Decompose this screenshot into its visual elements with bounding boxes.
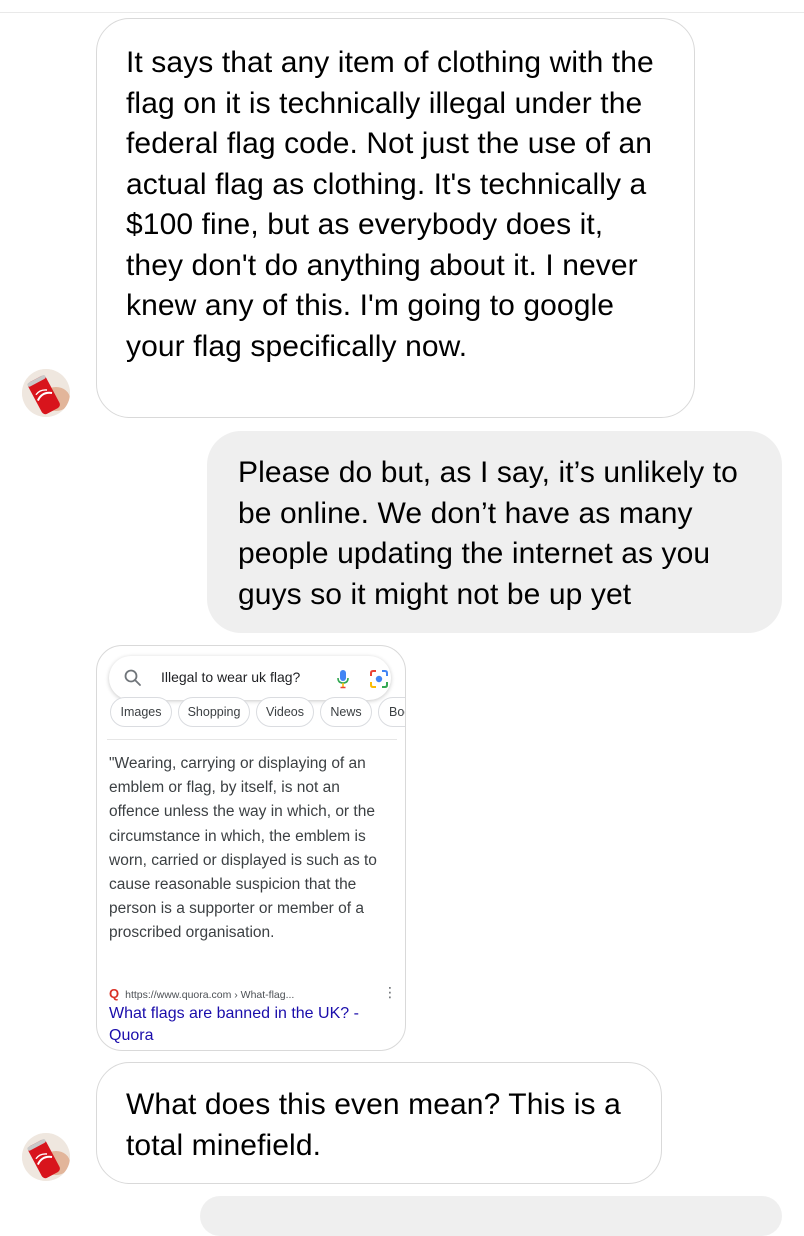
chip-videos[interactable]: Videos xyxy=(256,697,314,727)
coca-cola-can-icon xyxy=(22,369,70,417)
shared-screenshot-image[interactable]: Illegal to wear uk flag? Images Shopping… xyxy=(96,645,406,1051)
chip-images[interactable]: Images xyxy=(110,697,172,727)
message-bubble-outgoing-partial[interactable] xyxy=(200,1196,782,1236)
message-text: It says that any item of clothing with t… xyxy=(126,46,654,363)
mic-icon xyxy=(337,670,349,689)
top-divider xyxy=(0,12,804,13)
message-text: What does this even mean? This is a tota… xyxy=(126,1088,621,1162)
coca-cola-can-icon xyxy=(22,1133,70,1181)
search-icon xyxy=(124,669,141,686)
result-title-link[interactable]: What flags are banned in the UK? - Quora xyxy=(109,1003,394,1047)
search-filter-chips: Images Shopping Videos News Boo xyxy=(107,697,405,731)
source-url: https://www.quora.com › What-flag... xyxy=(125,989,295,1001)
more-options-icon[interactable]: ⋮ xyxy=(383,984,397,1001)
search-bar: Illegal to wear uk flag? xyxy=(109,656,391,700)
featured-snippet-text: "Wearing, carrying or displaying of an e… xyxy=(109,755,377,942)
chip-news[interactable]: News xyxy=(320,697,372,727)
chip-shopping[interactable]: Shopping xyxy=(178,697,250,727)
avatar[interactable] xyxy=(22,369,70,417)
message-text: Please do but, as I say, it’s unlikely t… xyxy=(238,456,738,611)
search-query: Illegal to wear uk flag? xyxy=(161,669,301,685)
message-bubble-incoming[interactable]: It says that any item of clothing with t… xyxy=(96,18,695,418)
google-lens-icon xyxy=(370,670,388,688)
message-bubble-outgoing[interactable]: Please do but, as I say, it’s unlikely t… xyxy=(207,431,782,633)
result-source: Qhttps://www.quora.com › What-flag... xyxy=(109,986,294,1001)
quora-icon: Q xyxy=(109,986,120,1001)
message-bubble-incoming[interactable]: What does this even mean? This is a tota… xyxy=(96,1062,662,1184)
chip-books[interactable]: Boo xyxy=(378,697,405,727)
avatar[interactable] xyxy=(22,1133,70,1181)
divider xyxy=(107,739,397,740)
